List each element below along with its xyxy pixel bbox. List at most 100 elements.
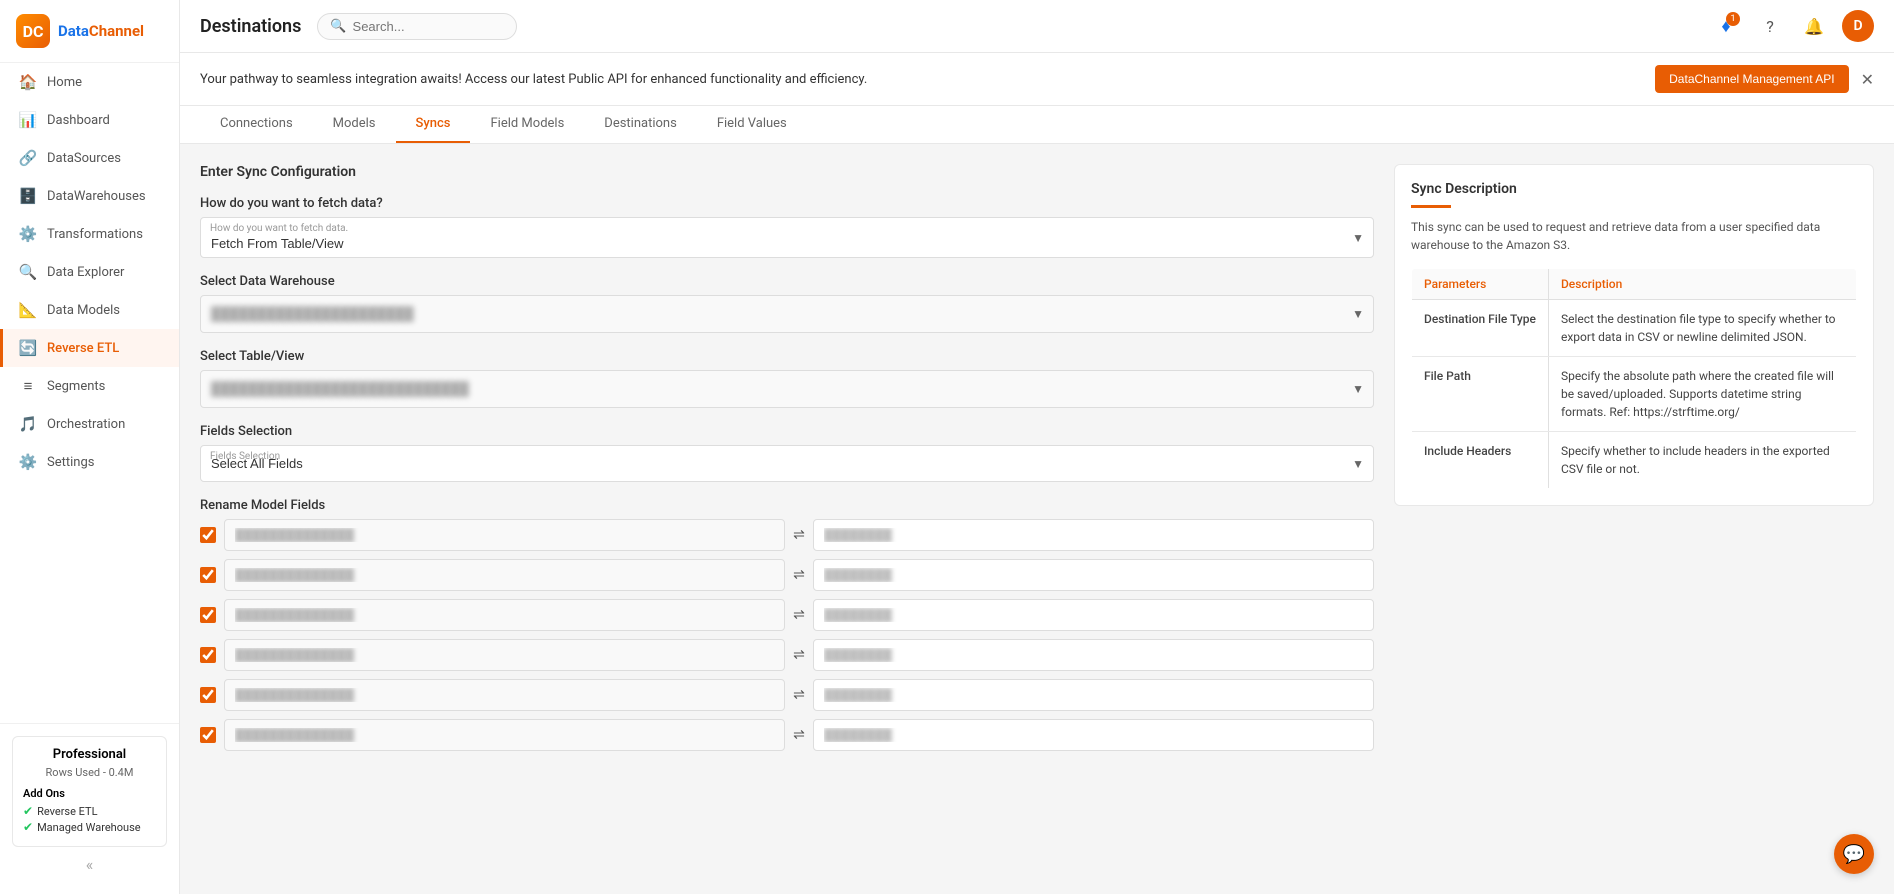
table-label: Select Table/View — [200, 349, 1374, 364]
sidebar-item-label: Reverse ETL — [47, 341, 119, 356]
tab-destinations2[interactable]: Destinations — [584, 106, 697, 143]
left-panel: Enter Sync Configuration How do you want… — [200, 164, 1374, 874]
rename-output-input-0[interactable] — [813, 519, 1374, 551]
plan-rows: Rows Used - 0.4M — [23, 766, 156, 779]
sidebar-item-dataexplorer[interactable]: 🔍Data Explorer — [0, 253, 179, 291]
rename-arrow-icon-4: ⇌ — [793, 687, 805, 703]
tab-field-models[interactable]: Field Models — [470, 106, 584, 143]
sidebar-item-label: Dashboard — [47, 113, 110, 128]
rename-table: ⇌ ⇌ ⇌ ⇌ ⇌ ⇌ — [200, 519, 1374, 751]
plan-title: Professional — [23, 747, 156, 762]
close-icon[interactable]: ✕ — [1861, 70, 1874, 89]
sidebar-item-orchestration[interactable]: 🎵Orchestration — [0, 405, 179, 443]
notification-badge: 1 — [1726, 12, 1740, 26]
rename-field-input-3[interactable] — [224, 639, 785, 671]
table-select-wrapper: Select a table or view. ████████████████… — [200, 370, 1374, 408]
diamond-icon[interactable]: ♦ 1 — [1710, 10, 1742, 42]
table-input[interactable]: ████████████████████████████ — [200, 370, 1374, 408]
sidebar-item-label: Data Models — [47, 303, 120, 318]
rename-arrow-icon-1: ⇌ — [793, 567, 805, 583]
rename-checkbox-5[interactable] — [200, 727, 216, 743]
rename-arrow-icon-3: ⇌ — [793, 647, 805, 663]
content-area: Enter Sync Configuration How do you want… — [180, 144, 1894, 894]
fetch-select[interactable]: Fetch From Table/View — [200, 217, 1374, 258]
rename-output-input-4[interactable] — [813, 679, 1374, 711]
rename-row: ⇌ — [200, 559, 1374, 591]
rename-field-input-2[interactable] — [224, 599, 785, 631]
rename-output-input-2[interactable] — [813, 599, 1374, 631]
sidebar-item-reverseetl[interactable]: 🔄 Reverse ETL — [0, 329, 179, 367]
sidebar-item-datamodels[interactable]: 📐 Data Models — [0, 291, 179, 329]
rename-field-input-4[interactable] — [224, 679, 785, 711]
tab-models[interactable]: Models — [313, 106, 396, 143]
rename-field-input-1[interactable] — [224, 559, 785, 591]
tab-syncs[interactable]: Syncs — [396, 106, 471, 143]
rename-checkbox-4[interactable] — [200, 687, 216, 703]
fetch-group: How do you want to fetch data? How do yo… — [200, 196, 1374, 258]
search-input[interactable] — [353, 19, 505, 34]
page-title: Destinations — [200, 16, 301, 37]
subtabs-bar: ConnectionsModelsSyncsField ModelsDestin… — [180, 106, 1894, 144]
rename-output-input-3[interactable] — [813, 639, 1374, 671]
rename-checkbox-0[interactable] — [200, 527, 216, 543]
sidebar-item-label: DataSources — [47, 151, 121, 166]
fields-field-label: Fields Selection — [210, 451, 280, 462]
sidebar-item-label: Segments — [47, 379, 105, 394]
rename-checkbox-2[interactable] — [200, 607, 216, 623]
notification-icon[interactable]: 🔔 — [1798, 10, 1830, 42]
rename-field-input-0[interactable] — [224, 519, 785, 551]
rename-row: ⇌ — [200, 719, 1374, 751]
notification-text: Your pathway to seamless integration awa… — [200, 72, 1643, 87]
sync-desc-text: This sync can be used to request and ret… — [1411, 218, 1857, 254]
topbar: Destinations 🔍 ♦ 1 ? 🔔 D — [180, 0, 1894, 53]
warehouse-input[interactable]: ██████████████████████ — [200, 295, 1374, 333]
reverseetl-icon: 🔄 — [19, 339, 37, 357]
rename-row: ⇌ — [200, 599, 1374, 631]
rename-output-input-5[interactable] — [813, 719, 1374, 751]
sidebar-item-label: Orchestration — [47, 417, 125, 432]
sidebar-collapse-button[interactable]: « — [12, 847, 167, 882]
params-col-header: Parameters — [1412, 269, 1549, 300]
main-content: Destinations 🔍 ♦ 1 ? 🔔 D Your pathway to… — [180, 0, 1894, 894]
sidebar-item-datasources[interactable]: 🔗DataSources — [0, 139, 179, 177]
chat-bubble[interactable]: 💬 — [1834, 834, 1874, 874]
rename-checkbox-3[interactable] — [200, 647, 216, 663]
rename-group: Rename Model Fields ⇌ ⇌ ⇌ ⇌ ⇌ ⇌ — [200, 498, 1374, 751]
fields-select[interactable]: Select All Fields — [200, 445, 1374, 482]
param-desc-1: Specify the absolute path where the crea… — [1548, 357, 1856, 432]
warehouse-select-wrapper: Select Data Warehouse ██████████████████… — [200, 295, 1374, 333]
sidebar-item-segments[interactable]: ≡Segments — [0, 367, 179, 405]
logo: DC DataChannel — [0, 0, 179, 63]
params-row: File Path Specify the absolute path wher… — [1412, 357, 1857, 432]
home-icon: 🏠 — [19, 73, 37, 91]
sidebar-item-transformations[interactable]: ⚙️Transformations — [0, 215, 179, 253]
sidebar-item-home[interactable]: 🏠Home — [0, 63, 179, 101]
param-desc-0: Select the destination file type to spec… — [1548, 300, 1856, 357]
logo-text: DataChannel — [58, 22, 144, 40]
search-box[interactable]: 🔍 — [317, 13, 517, 40]
datamodels-icon: 📐 — [19, 301, 37, 319]
sidebar-item-dashboard[interactable]: 📊Dashboard — [0, 101, 179, 139]
tab-connections[interactable]: Connections — [200, 106, 313, 143]
user-avatar[interactable]: D — [1842, 10, 1874, 42]
addon-reverse-etl: ✔ Reverse ETL — [23, 804, 156, 818]
rename-checkbox-1[interactable] — [200, 567, 216, 583]
sidebar-item-settings[interactable]: ⚙️Settings — [0, 443, 179, 481]
rename-label: Rename Model Fields — [200, 498, 1374, 513]
rename-output-input-1[interactable] — [813, 559, 1374, 591]
params-table: Parameters Description Destination File … — [1411, 268, 1857, 489]
table-group: Select Table/View Select a table or view… — [200, 349, 1374, 408]
fields-label: Fields Selection — [200, 424, 1374, 439]
addon-check-icon: ✔ — [23, 804, 33, 818]
logo-icon: DC — [16, 14, 50, 48]
tab-field-values[interactable]: Field Values — [697, 106, 807, 143]
rename-field-input-5[interactable] — [224, 719, 785, 751]
fetch-select-wrapper: How do you want to fetch data. Fetch Fro… — [200, 217, 1374, 258]
api-button[interactable]: DataChannel Management API — [1655, 65, 1848, 93]
param-name-2: Include Headers — [1412, 432, 1549, 489]
plan-addons-label: Add Ons — [23, 787, 156, 800]
help-icon[interactable]: ? — [1754, 10, 1786, 42]
params-row: Destination File Type Select the destina… — [1412, 300, 1857, 357]
sidebar-item-datawarehouses[interactable]: 🗄️DataWarehouses — [0, 177, 179, 215]
sidebar-item-label: Data Explorer — [47, 265, 124, 280]
